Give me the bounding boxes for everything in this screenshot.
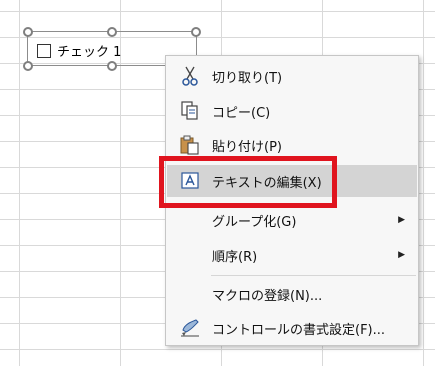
menu-separator — [211, 275, 416, 276]
menu-item-label: マクロの登録(N)... — [212, 288, 323, 304]
copy-icon — [179, 101, 201, 121]
menu-item-label: コントロールの書式設定(F)... — [212, 322, 386, 338]
checkbox-label: チェック 1 — [57, 45, 122, 60]
checkbox-box[interactable] — [37, 43, 51, 58]
menu-item-label: コピー(C) — [212, 105, 271, 121]
resize-handle-bottom-left[interactable] — [23, 61, 33, 71]
menu-item-copy[interactable]: コピー(C) — [167, 95, 417, 127]
resize-handle-top-right[interactable] — [191, 27, 201, 37]
menu-item-assign-macro[interactable]: マクロの登録(N)... — [167, 278, 417, 310]
scissors-icon — [179, 66, 201, 86]
resize-handle-top[interactable] — [107, 27, 117, 37]
submenu-arrow-icon: ▶ — [398, 250, 405, 260]
menu-item-label: 順序(R) — [212, 249, 258, 265]
format-control-icon — [179, 318, 201, 338]
paste-icon — [179, 135, 201, 155]
menu-item-label: 切り取り(T) — [212, 70, 283, 86]
menu-item-label: 貼り付け(P) — [212, 139, 282, 155]
menu-item-format-control[interactable]: コントロールの書式設定(F)... — [167, 312, 417, 344]
resize-handle-top-left[interactable] — [23, 27, 33, 37]
menu-item-cut[interactable]: 切り取り(T) — [167, 60, 417, 92]
menu-item-label: グループ化(G) — [212, 214, 297, 230]
resize-handle-bottom[interactable] — [107, 61, 117, 71]
checkbox-control-content[interactable]: チェック 1 — [37, 41, 121, 60]
submenu-arrow-icon: ▶ — [398, 215, 405, 225]
menu-item-order[interactable]: 順序(R) ▶ — [167, 239, 417, 271]
menu-item-group[interactable]: グループ化(G) ▶ — [167, 204, 417, 236]
highlight-annotation-box — [159, 156, 337, 208]
